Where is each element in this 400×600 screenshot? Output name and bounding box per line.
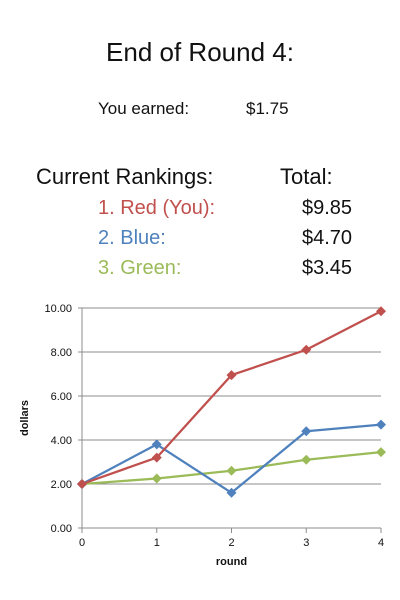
ranking-name: 1. Red (You): xyxy=(98,197,216,219)
y-tick-label: 10.00 xyxy=(44,303,72,315)
x-tick-label: 0 xyxy=(79,537,85,549)
earned-value: $1.75 xyxy=(246,99,289,118)
data-point xyxy=(301,454,312,465)
ranking-total: $3.45 xyxy=(302,257,353,279)
data-point xyxy=(376,419,386,430)
rankings-heading: Current Rankings: xyxy=(36,164,214,189)
earnings-chart-svg: 0.00 2.00 4.00 6.00 8.00 10.00 0 1 2 3 4 round dolla… xyxy=(19,303,386,568)
data-point xyxy=(301,344,312,355)
ranking-row-3: 3. Green: $3.45 xyxy=(0,254,400,282)
earnings-chart: 0.00 2.00 4.00 6.00 8.00 10.00 0 1 2 3 4 round dolla… xyxy=(0,295,400,590)
x-tick-label: 2 xyxy=(228,537,234,549)
data-point xyxy=(376,447,386,458)
ranking-name: 3. Green: xyxy=(98,257,182,279)
y-axis-title: dollars xyxy=(19,400,31,436)
data-point xyxy=(151,473,162,484)
x-tick-label: 4 xyxy=(378,537,384,549)
x-tick-label: 1 xyxy=(154,537,160,549)
y-tick-label: 8.00 xyxy=(51,347,72,359)
data-point xyxy=(77,479,87,489)
y-tick-label: 0.00 xyxy=(51,523,72,535)
series-line xyxy=(81,423,382,494)
y-tick-label: 6.00 xyxy=(51,391,72,403)
x-tick-label: 3 xyxy=(303,537,309,549)
data-point xyxy=(226,465,237,476)
y-tick-label: 2.00 xyxy=(51,479,72,491)
total-heading: Total: xyxy=(280,164,333,189)
ranking-row-1: 1. Red (You): $9.85 xyxy=(0,194,400,222)
ranking-name: 2. Blue: xyxy=(98,227,166,249)
series-line xyxy=(81,310,382,486)
x-axis-title: round xyxy=(216,556,247,568)
round-title: End of Round 4: xyxy=(106,37,294,67)
ranking-row-2: 2. Blue: $4.70 xyxy=(0,224,400,252)
ranking-total: $9.85 xyxy=(302,197,353,219)
ranking-total: $4.70 xyxy=(302,227,353,249)
y-tick-label: 4.00 xyxy=(51,435,72,447)
earned-label: You earned: xyxy=(98,99,190,118)
